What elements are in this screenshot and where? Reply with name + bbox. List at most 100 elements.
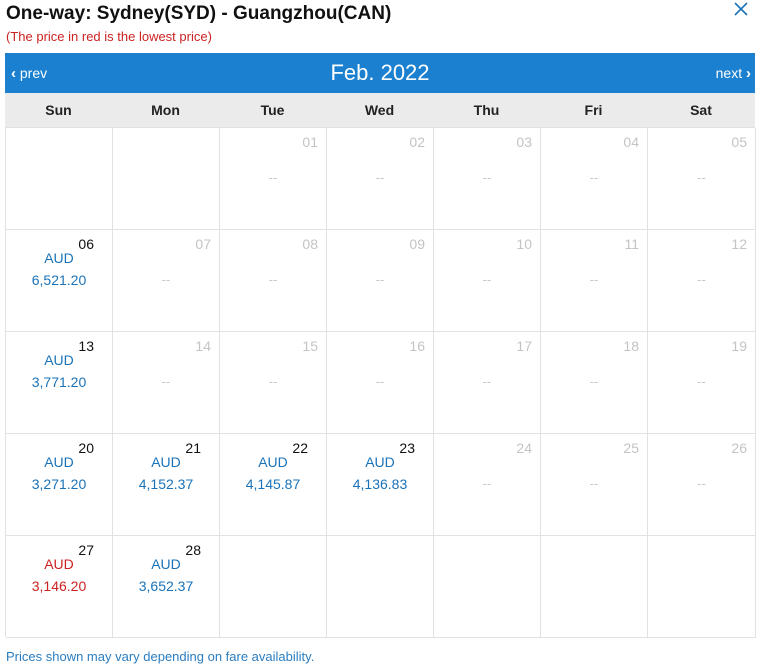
price-amount: 4,152.37: [138, 476, 194, 492]
no-price-placeholder: --: [697, 170, 706, 185]
calendar-day-cell[interactable]: 13 AUD 3,771.20: [6, 332, 113, 434]
day-number: 01: [302, 134, 318, 150]
price-amount: 3,771.20: [31, 374, 87, 390]
price-amount: 3,146.20: [31, 578, 87, 594]
close-icon: [732, 0, 752, 18]
price-amount: 3,271.20: [31, 476, 87, 492]
calendar-day-cell: 09 --: [327, 230, 434, 332]
calendar-day-cell: 05 --: [648, 128, 756, 230]
day-number: 14: [195, 338, 211, 354]
fare-disclaimer: Prices shown may vary depending on fare …: [6, 649, 315, 664]
day-number: 26: [731, 440, 747, 456]
weekday-thu: Thu: [473, 102, 500, 118]
price-amount: 3,652.37: [138, 578, 194, 594]
day-number: 11: [624, 236, 639, 252]
day-number: 16: [409, 338, 425, 354]
no-price-placeholder: --: [589, 374, 599, 389]
chevron-right-icon: ›: [746, 65, 751, 82]
weekday-fri: Fri: [584, 102, 603, 118]
day-number: 10: [516, 236, 532, 252]
calendar-day-cell: 14 --: [113, 332, 220, 434]
day-number: 19: [731, 338, 747, 354]
no-price-placeholder: --: [268, 170, 278, 185]
calendar-header: ‹ prev Feb. 2022 next ›: [5, 53, 755, 93]
weekday-sat: Sat: [690, 102, 712, 118]
price-currency: AUD: [151, 454, 181, 470]
calendar-day-cell: 11 --: [541, 230, 648, 332]
day-number: 18: [623, 338, 639, 354]
no-price-placeholder: --: [268, 374, 278, 389]
calendar-day-cell: 01 --: [220, 128, 327, 230]
no-price-placeholder: --: [375, 170, 385, 185]
price-currency: AUD: [44, 454, 74, 470]
calendar-day-cell: [6, 128, 113, 230]
calendar-day-cell: 15 --: [220, 332, 327, 434]
close-button[interactable]: [732, 0, 752, 18]
calendar-day-cell: 07 --: [113, 230, 220, 332]
calendar-day-cell: [648, 536, 756, 638]
weekday-header-row: Sun Mon Tue Wed Thu Fri Sat: [5, 93, 755, 127]
calendar-day-cell: 18 --: [541, 332, 648, 434]
weekday-mon: Mon: [151, 102, 180, 118]
calendar-day-cell: 17 --: [434, 332, 541, 434]
no-price-placeholder: --: [375, 374, 385, 389]
calendar-day-cell[interactable]: 28 AUD 3,652.37: [113, 536, 220, 638]
day-number: 02: [409, 134, 425, 150]
no-price-placeholder: --: [697, 272, 706, 287]
no-price-placeholder: --: [697, 374, 706, 389]
calendar-day-cell: 16 --: [327, 332, 434, 434]
day-number: 03: [516, 134, 532, 150]
calendar-day-cell: 25 --: [541, 434, 648, 536]
price-currency: AUD: [44, 556, 74, 572]
calendar-day-cell: 04 --: [541, 128, 648, 230]
day-number: 24: [516, 440, 532, 456]
calendar-day-cell[interactable]: 20 AUD 3,271.20: [6, 434, 113, 536]
price-currency: AUD: [44, 250, 74, 266]
calendar-day-cell: 10 --: [434, 230, 541, 332]
no-price-placeholder: --: [482, 374, 492, 389]
calendar-day-cell[interactable]: 27 AUD 3,146.20: [6, 536, 113, 638]
price-amount: 6,521.20: [31, 272, 87, 288]
day-number: 04: [623, 134, 639, 150]
price-currency: AUD: [151, 556, 181, 572]
calendar-day-cell[interactable]: 06 AUD 6,521.20: [6, 230, 113, 332]
no-price-placeholder: --: [589, 272, 599, 287]
calendar-day-cell: [541, 536, 648, 638]
day-number: 08: [302, 236, 318, 252]
price-currency: AUD: [44, 352, 74, 368]
price-currency: AUD: [365, 454, 395, 470]
calendar-day-cell: 26 --: [648, 434, 756, 536]
calendar-day-cell: [113, 128, 220, 230]
no-price-placeholder: --: [697, 476, 706, 491]
weekday-sun: Sun: [45, 102, 72, 118]
no-price-placeholder: --: [589, 476, 599, 491]
month-title: Feb. 2022: [330, 60, 430, 85]
calendar-day-cell: 24 --: [434, 434, 541, 536]
calendar-day-cell[interactable]: 23 AUD 4,136.83: [327, 434, 434, 536]
day-number: 09: [409, 236, 425, 252]
price-amount: 4,136.83: [352, 476, 408, 492]
no-price-placeholder: --: [589, 170, 599, 185]
price-amount: 4,145.87: [245, 476, 301, 492]
calendar-day-cell: 08 --: [220, 230, 327, 332]
calendar-day-cell[interactable]: 22 AUD 4,145.87: [220, 434, 327, 536]
calendar-grid: 01 -- 02 -- 03 -- 04 -- 05 -- 06 AUD 6,521.20 07 -- 08-…: [5, 127, 756, 638]
no-price-placeholder: --: [161, 272, 171, 287]
calendar-day-cell[interactable]: 21 AUD 4,152.37: [113, 434, 220, 536]
no-price-placeholder: --: [161, 374, 171, 389]
calendar-day-cell: 19 --: [648, 332, 756, 434]
day-number: 07: [195, 236, 211, 252]
calendar-day-cell: 03 --: [434, 128, 541, 230]
next-label: next: [715, 65, 743, 81]
lowest-price-hint: (The price in red is the lowest price): [6, 29, 212, 44]
weekday-wed: Wed: [364, 102, 395, 118]
weekday-tue: Tue: [260, 102, 285, 118]
day-number: 12: [731, 236, 747, 252]
calendar-day-cell: [434, 536, 541, 638]
day-number: 05: [731, 134, 747, 150]
price-currency: AUD: [258, 454, 288, 470]
no-price-placeholder: --: [375, 272, 385, 287]
no-price-placeholder: --: [482, 476, 492, 491]
next-month-button[interactable]: next ›: [716, 53, 751, 93]
day-number: 15: [302, 338, 318, 354]
